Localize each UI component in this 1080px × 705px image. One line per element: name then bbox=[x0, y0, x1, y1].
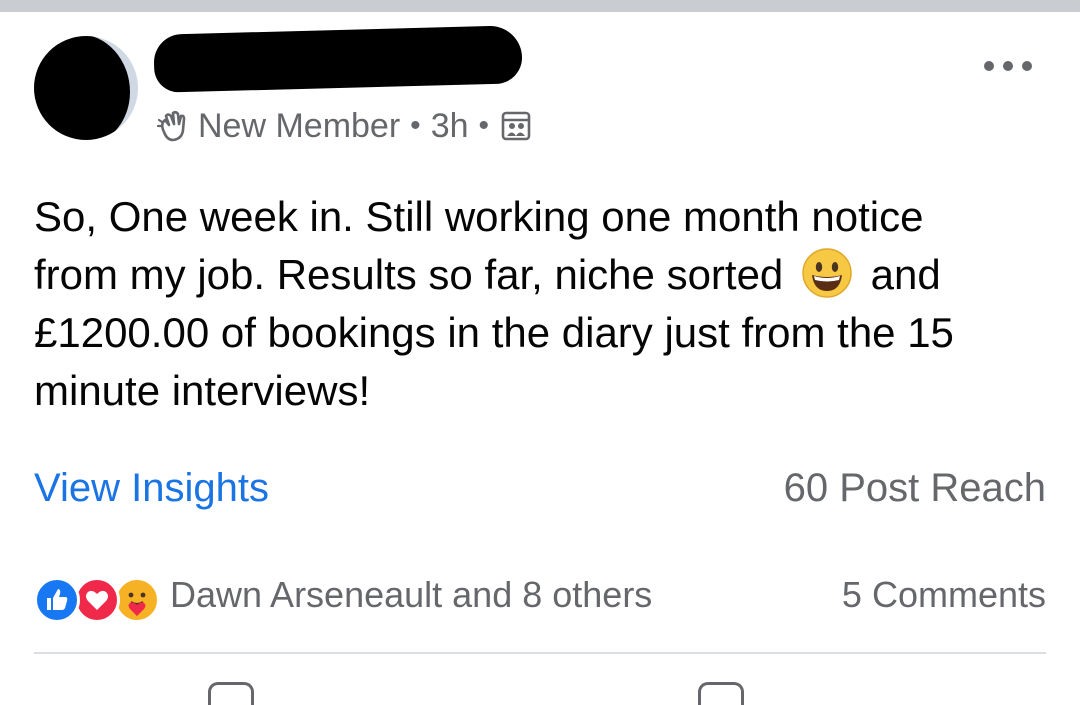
comments-count[interactable]: 5 Comments bbox=[842, 574, 1046, 616]
group-audience-icon bbox=[501, 111, 531, 141]
post-text-line: from my job. Results so far, niche sorte… bbox=[34, 246, 1064, 304]
post-meta: New Member • 3h • bbox=[156, 104, 531, 148]
meta-separator: • bbox=[478, 109, 490, 142]
top-separator-strip bbox=[0, 0, 1080, 12]
post-body: So, One week in. Still working one month… bbox=[34, 188, 1064, 420]
more-dot-icon bbox=[1022, 61, 1032, 71]
divider bbox=[34, 652, 1046, 654]
view-insights-link[interactable]: View Insights bbox=[34, 466, 269, 511]
like-icon bbox=[34, 577, 80, 623]
post-text-segment: from my job. Results so far, niche sorte… bbox=[34, 251, 784, 298]
meta-separator: • bbox=[410, 109, 421, 142]
avatar[interactable] bbox=[34, 36, 138, 140]
post-text-segment: and bbox=[870, 251, 941, 298]
more-dot-icon bbox=[984, 61, 994, 71]
more-options-button[interactable] bbox=[984, 54, 1032, 78]
reaction-names[interactable]: Dawn Arseneault and 8 others bbox=[170, 574, 652, 616]
reaction-icons bbox=[34, 571, 166, 623]
post-text-line: minute interviews! bbox=[34, 367, 371, 414]
post-text-line: £1200.00 of bookings in the diary just f… bbox=[34, 309, 954, 356]
author-name-redaction bbox=[153, 25, 523, 93]
post-reach-count: 60 Post Reach bbox=[783, 466, 1046, 510]
avatar-redaction bbox=[34, 36, 130, 140]
grinning-face-icon bbox=[802, 248, 852, 298]
more-dot-icon bbox=[1003, 61, 1013, 71]
post-text-line: So, One week in. Still working one month… bbox=[34, 193, 924, 240]
care-icon bbox=[114, 577, 160, 623]
love-icon bbox=[74, 577, 120, 623]
post-time[interactable]: 3h bbox=[431, 107, 469, 146]
member-badge[interactable]: New Member bbox=[198, 107, 400, 146]
reactions-summary[interactable]: Dawn Arseneault and 8 others bbox=[34, 570, 652, 623]
waving-hand-icon bbox=[156, 110, 186, 142]
